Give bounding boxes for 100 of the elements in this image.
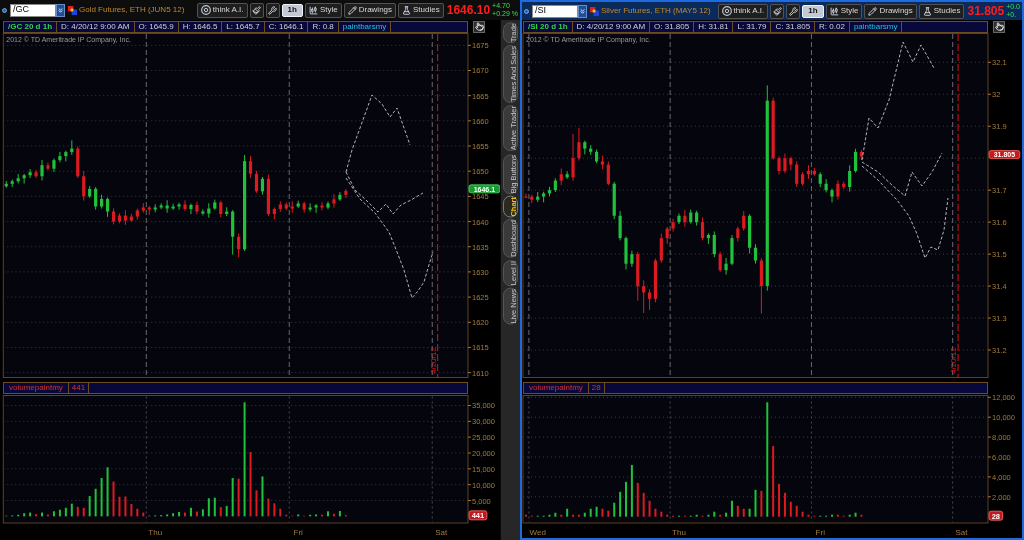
dot-icon <box>2 7 7 13</box>
candle <box>830 188 834 203</box>
date-axis-label: Fri <box>815 527 825 537</box>
candle <box>665 226 669 245</box>
instrument-description: Gold Futures, ETH (JUN5 12) <box>79 4 185 16</box>
candle <box>571 133 575 182</box>
date-axis-label: Sat <box>955 527 968 537</box>
candle <box>219 200 223 218</box>
candle <box>795 160 799 188</box>
hand-pointer-icon <box>994 22 1004 31</box>
candle <box>76 145 80 179</box>
think-ai-button[interactable]: think A.I. <box>717 3 769 19</box>
candle <box>237 233 241 258</box>
drawings-button[interactable]: Drawings <box>343 2 397 18</box>
date-axis-label: Wed <box>529 527 546 537</box>
candle <box>207 202 211 219</box>
candle <box>338 191 342 202</box>
timeframe-button[interactable]: 1h <box>281 3 303 17</box>
candle <box>536 191 540 203</box>
wrench-icon <box>268 5 278 15</box>
candle <box>165 199 169 214</box>
last-price: 31.805 <box>967 5 1005 17</box>
candle <box>159 202 163 210</box>
candle <box>789 156 793 171</box>
candle <box>630 250 634 268</box>
brush-icon <box>252 5 262 15</box>
style-button[interactable]: Style <box>304 2 342 18</box>
candle <box>88 185 92 199</box>
candlestick-icon <box>829 6 839 16</box>
candle <box>296 200 300 209</box>
flask-icon <box>402 5 412 15</box>
quote-value: O: 1645.9 <box>134 21 179 32</box>
quote-value: R: 0.02 <box>815 21 850 32</box>
candle <box>736 226 740 243</box>
candle <box>671 218 675 233</box>
studies-button[interactable]: Studies <box>398 2 444 18</box>
chart-settings-button[interactable] <box>993 20 1005 33</box>
symbol-field[interactable]: /GC <box>10 3 56 17</box>
candle <box>677 212 681 225</box>
date-axis-label: Thu <box>672 527 686 537</box>
study-name: volumepaintmy <box>524 383 589 393</box>
candle <box>314 203 318 214</box>
candle <box>225 206 229 217</box>
candle <box>52 157 56 173</box>
candle <box>177 202 181 211</box>
candlestick-icon <box>308 5 318 15</box>
quote-value: H: 31.81 <box>694 21 734 32</box>
candle <box>64 150 68 162</box>
candle <box>195 201 199 215</box>
quote-value: L: 1645.7 <box>222 21 265 32</box>
brush-icon <box>772 6 782 16</box>
quote-value: L: 31.79 <box>733 21 772 32</box>
quote-value: H: 1646.5 <box>178 21 223 32</box>
brush-tool-button[interactable] <box>770 3 785 19</box>
last-price: 1646.10 <box>446 4 491 16</box>
color-squares-icon <box>68 5 77 15</box>
brush-tool-button[interactable] <box>249 2 264 18</box>
symbol-dropdown-button[interactable] <box>578 4 587 18</box>
flask-icon <box>922 6 932 16</box>
candle <box>624 236 628 270</box>
candle <box>153 203 157 213</box>
candle <box>683 209 687 228</box>
candle <box>771 97 775 161</box>
symbol-dropdown-button[interactable] <box>56 3 65 17</box>
quote-value: C: 1646.1 <box>264 21 309 32</box>
studies-button[interactable]: Studies <box>918 3 965 19</box>
style-button[interactable]: Style <box>825 3 863 19</box>
quote-value: D: 4/20/12 9:00 AM <box>572 21 651 32</box>
candle <box>22 173 26 185</box>
hand-pointer-icon <box>474 22 484 31</box>
wrench-tool-button[interactable] <box>786 3 801 19</box>
quote-value: C: 31.805 <box>771 21 816 32</box>
candle <box>34 169 38 179</box>
symbol-field[interactable]: /SI <box>532 4 578 18</box>
candle <box>724 257 728 276</box>
ring-icon <box>721 6 732 16</box>
candle <box>577 127 581 161</box>
candle <box>783 153 787 174</box>
candle <box>10 179 14 188</box>
candle <box>842 181 846 190</box>
quote-value: O: 31.805 <box>650 21 695 32</box>
wrench-icon <box>788 6 798 16</box>
candle <box>589 144 593 156</box>
candle <box>636 251 640 302</box>
candle <box>559 167 563 186</box>
candle <box>141 202 145 214</box>
instrument-description: Silver Futures, ETH (MAY5 12) <box>601 5 711 17</box>
date-axis-label: Sat <box>435 527 448 537</box>
candle <box>326 200 330 210</box>
drawings-button[interactable]: Drawings <box>864 3 917 19</box>
wrench-tool-button[interactable] <box>265 2 280 18</box>
candle <box>70 139 74 156</box>
think-ai-button[interactable]: think A.I. <box>196 2 248 18</box>
timeframe-button[interactable]: 1h <box>802 4 824 18</box>
study-name: paintbarsmy <box>338 21 392 32</box>
pencil-icon <box>347 5 357 15</box>
chart-settings-button[interactable] <box>473 20 485 33</box>
candle <box>836 179 840 201</box>
chevrons-down-icon <box>579 7 586 15</box>
date-axis-label: Fri <box>293 527 303 537</box>
